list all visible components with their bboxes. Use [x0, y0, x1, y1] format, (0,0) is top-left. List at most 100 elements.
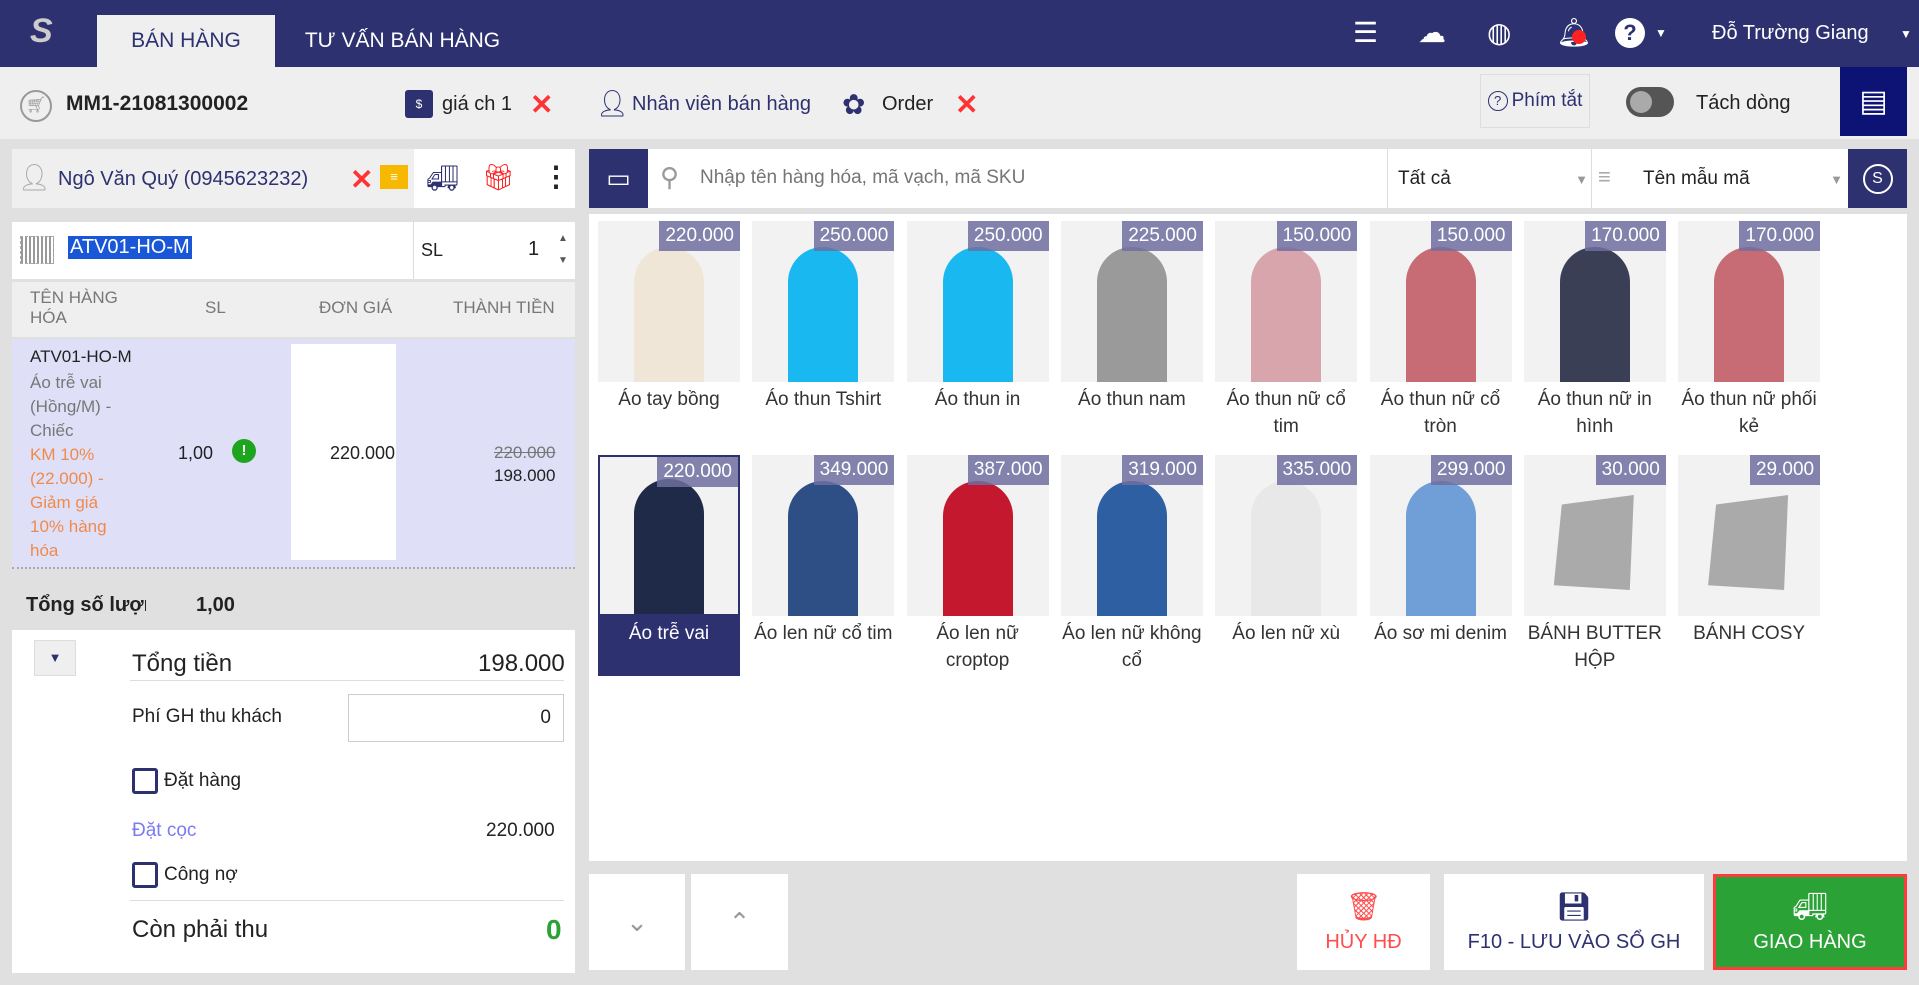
product-name: Áo thun nữ cổ tim — [1226, 389, 1346, 437]
customer-name[interactable]: Ngô Văn Quý (0945623232) — [58, 168, 308, 191]
item-unit-price: 220.000 — [330, 443, 396, 463]
save-delivery-book-button[interactable]: 💾︎ F10 - LƯU VÀO SỔ GH — [1444, 874, 1704, 970]
qty-input[interactable]: 1 — [528, 238, 539, 261]
product-card[interactable]: 250.000 Áo thun Tshirt — [752, 221, 895, 413]
product-price: 150.000 — [1276, 221, 1358, 251]
product-name: Áo len nữ xù — [1232, 623, 1341, 644]
barcode-input[interactable]: ATV01-HO-M — [68, 236, 192, 259]
split-line-toggle[interactable] — [1626, 87, 1674, 117]
product-image — [788, 247, 859, 382]
qty-separator — [413, 222, 414, 279]
divider — [1387, 149, 1388, 208]
product-card[interactable]: 170.000 Áo thun nữ in hình — [1523, 221, 1666, 440]
product-card[interactable]: 225.000 Áo thun nam — [1060, 221, 1203, 413]
product-card[interactable]: 220.000 Áo tay bồng — [598, 221, 740, 413]
product-image — [1714, 247, 1785, 382]
tab-tu-van-ban-hang[interactable]: TƯ VẤN BÁN HÀNG — [285, 15, 520, 67]
scroll-down-button[interactable]: ⌄ — [589, 874, 685, 970]
barcode-icon — [20, 236, 54, 264]
product-card[interactable]: 170.000 Áo thun nữ phối kẻ — [1678, 221, 1821, 440]
product-price: 319.000 — [1122, 455, 1203, 485]
product-card[interactable]: 299.000 Áo sơ mi denim — [1369, 455, 1512, 647]
delivery-truck-icon[interactable]: 🚚︎ — [426, 163, 459, 194]
product-name: Áo trễ vai — [598, 616, 740, 676]
s-currency-button[interactable]: S — [1848, 149, 1907, 208]
menu-icon[interactable]: ☰ — [1353, 16, 1378, 49]
item-qty[interactable]: 1,00 — [178, 443, 213, 464]
barcode-mode-button[interactable]: ▭ — [589, 149, 648, 208]
order-icon: ✿ — [842, 89, 866, 120]
debt-checkbox[interactable] — [132, 862, 158, 888]
shortcut-button[interactable]: ? Phím tắt — [1480, 74, 1590, 128]
deposit-link[interactable]: Đặt cọc — [132, 820, 196, 842]
order-checkbox[interactable] — [132, 768, 158, 794]
product-card[interactable]: 349.000 Áo len nữ cổ tim — [752, 455, 895, 647]
qty-stepper[interactable]: ▲ ▼ — [558, 228, 568, 272]
cloud-sync-icon[interactable]: ☁ — [1418, 16, 1446, 49]
product-card[interactable]: 250.000 Áo thun in — [906, 221, 1049, 413]
invoice-code[interactable]: MM1-21081300002 — [66, 92, 248, 116]
user-name[interactable]: Đỗ Trường Giang — [1712, 22, 1869, 45]
product-price: 387.000 — [967, 455, 1049, 485]
debt-checkbox-row[interactable]: Công nợ — [132, 862, 238, 888]
help-caret-icon[interactable]: ▼ — [1655, 26, 1667, 40]
product-search-input[interactable] — [700, 160, 1380, 196]
product-name: Áo len nữ không cổ — [1062, 623, 1202, 671]
more-options-icon[interactable]: ⋮ — [542, 160, 570, 193]
gift-icon[interactable]: 🎁︎ — [482, 162, 515, 193]
layout-toggle-button[interactable]: ▤ — [1840, 67, 1907, 136]
cart-icon: 🛒︎ — [20, 90, 52, 122]
order-label[interactable]: Order — [882, 93, 933, 116]
product-name: Áo len nữ croptop — [936, 623, 1019, 671]
search-icon: ⚲ — [660, 162, 680, 192]
product-card[interactable]: 220.000 Áo trễ vai — [598, 455, 740, 676]
sort-value: Tên mẫu mã — [1643, 168, 1750, 189]
ship-fee-input[interactable]: 0 — [348, 694, 564, 742]
product-card[interactable]: 30.000 BÁNH BUTTER HỘP — [1523, 455, 1666, 674]
remove-order-icon[interactable]: ✕ — [955, 88, 978, 121]
product-price: 335.000 — [1276, 455, 1358, 485]
ship-fee-label: Phí GH thu khách — [132, 706, 282, 727]
col-total: THÀNH TIỀN — [453, 298, 555, 317]
remove-price-book-icon[interactable]: ✕ — [530, 88, 553, 121]
product-image — [1559, 247, 1630, 382]
help-icon[interactable]: ? — [1615, 18, 1645, 48]
total-qty: 1,00 — [196, 594, 235, 616]
product-card[interactable]: 319.000 Áo len nữ không cổ — [1060, 455, 1203, 674]
user-caret-icon[interactable]: ▼ — [1900, 27, 1912, 41]
cart-row[interactable]: ATV01-HO-M Áo trễ vai (Hồng/M) - Chiếc K… — [12, 339, 575, 569]
globe-icon[interactable]: ◍ — [1487, 16, 1511, 49]
divider — [130, 680, 564, 681]
sort-select[interactable]: Tên mẫu mã ▼ — [1643, 168, 1843, 190]
customer-card-icon[interactable]: ≡ — [380, 165, 408, 189]
fast-delivery-icon: 🚚︎ — [1792, 891, 1828, 922]
scroll-up-button[interactable]: ⌃ — [691, 874, 788, 970]
product-price: 170.000 — [1739, 221, 1821, 251]
tab-ban-hang[interactable]: BÁN HÀNG — [97, 15, 275, 67]
product-price: 220.000 — [659, 221, 740, 251]
product-image — [1251, 247, 1322, 382]
remaining-value: 0 — [546, 914, 562, 945]
col-qty: SL — [205, 298, 226, 317]
product-name: Áo sơ mi denim — [1374, 623, 1507, 644]
price-book-icon: $ — [405, 90, 433, 118]
cart-header: TÊN HÀNG HÓA SL ĐƠN GIÁ THÀNH TIỀN — [12, 282, 575, 337]
product-card[interactable]: 29.000 BÁNH COSY — [1678, 455, 1821, 647]
staff-label[interactable]: Nhân viên bán hàng — [632, 93, 811, 116]
deliver-button[interactable]: 🚚︎ GIAO HÀNG — [1713, 874, 1907, 970]
cancel-label: HỦY HĐ — [1325, 931, 1402, 953]
toggle-knob — [1630, 91, 1652, 113]
price-book-label[interactable]: giá ch 1 — [442, 93, 512, 116]
product-card[interactable]: 387.000 Áo len nữ croptop — [906, 455, 1049, 674]
product-image — [942, 247, 1013, 382]
category-select[interactable]: Tất cả ▼ — [1398, 168, 1588, 190]
product-card[interactable]: 150.000 Áo thun nữ cổ tròn — [1369, 221, 1512, 440]
product-card[interactable]: 335.000 Áo len nữ xù — [1215, 455, 1358, 647]
total-label: Tổng tiền — [132, 650, 233, 677]
remove-customer-icon[interactable]: ✕ — [350, 163, 373, 196]
collapse-button[interactable]: ▼ — [34, 640, 76, 676]
warning-icon[interactable]: ! — [232, 439, 256, 463]
product-card[interactable]: 150.000 Áo thun nữ cổ tim — [1215, 221, 1358, 440]
order-checkbox-row[interactable]: Đặt hàng — [132, 768, 241, 794]
cancel-invoice-button[interactable]: 🗑︎ HỦY HĐ — [1297, 874, 1430, 970]
